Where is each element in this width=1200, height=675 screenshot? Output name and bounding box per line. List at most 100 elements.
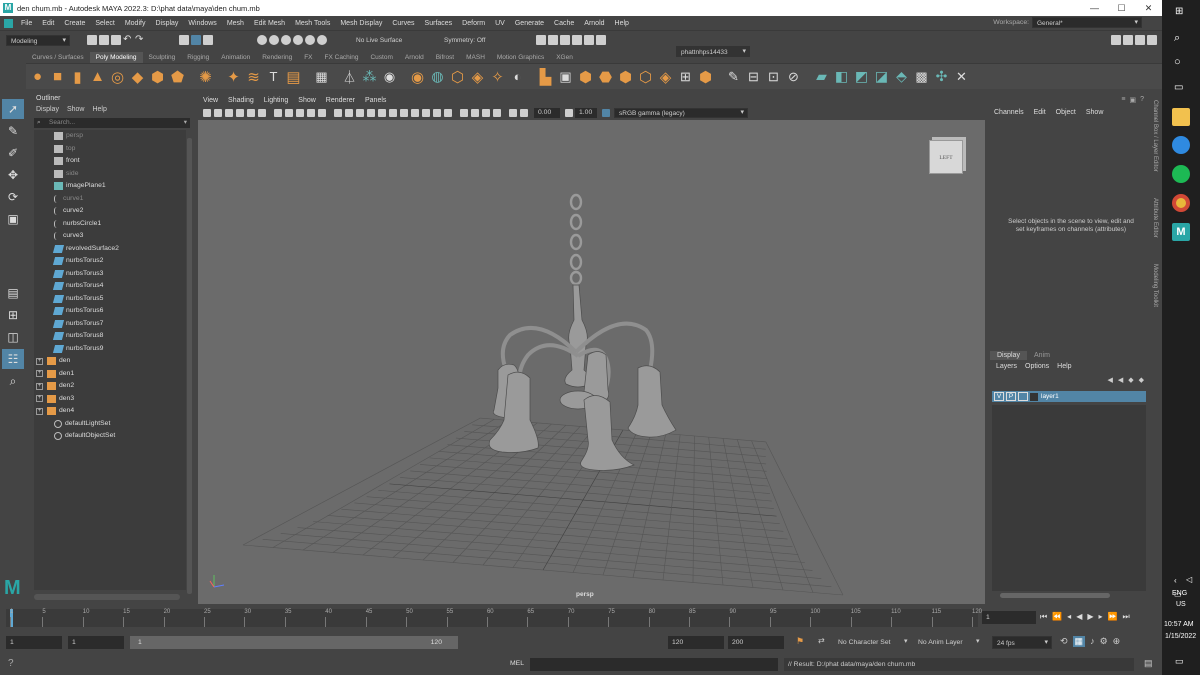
two-pane-layout-icon[interactable]: ◫ (2, 327, 24, 347)
wedge-icon[interactable]: ⊞ (676, 67, 695, 86)
symmetry-label[interactable]: Symmetry: Off (444, 37, 485, 44)
render-frame-icon[interactable] (536, 35, 546, 45)
layer-color-swatch[interactable] (1030, 392, 1038, 401)
outliner-search-input[interactable]: ⌕ Search... ▾ (34, 118, 190, 128)
move-layer-down-icon[interactable]: ◀ (1118, 376, 1123, 384)
side-tab-attribute-editor[interactable]: Attribute Editor (1152, 198, 1158, 238)
outliner-item[interactable]: + den3 (34, 393, 186, 406)
expand-icon[interactable]: + (36, 370, 43, 378)
super-shape-icon[interactable]: ✺ (196, 67, 215, 86)
shelf-tab-bifrost[interactable]: Bifrost (430, 52, 460, 63)
expand-icon[interactable]: + (36, 382, 43, 390)
menu-surfaces[interactable]: Surfaces (420, 20, 458, 27)
extract-icon[interactable]: ◉ (408, 67, 427, 86)
single-perspective-layout-icon[interactable]: ▤ (2, 283, 24, 303)
bevel-icon[interactable]: ▣ (556, 67, 575, 86)
snap-curve-icon[interactable] (269, 35, 279, 45)
menu-help[interactable]: Help (610, 20, 634, 27)
poly-disc-icon[interactable]: ⬢ (148, 67, 167, 86)
bridge-icon[interactable]: ⬢ (576, 67, 595, 86)
notification-icon[interactable]: ▭ (1175, 656, 1184, 667)
settings-gear-icon[interactable]: ⚙ (1100, 636, 1108, 647)
select-object-icon[interactable] (191, 35, 201, 45)
channels-menu-object[interactable]: Object (1056, 109, 1076, 116)
arnold-render-icon[interactable] (596, 35, 606, 45)
layer-visibility-toggle[interactable]: V (994, 392, 1004, 401)
outliner-item[interactable]: curve1 (34, 193, 186, 206)
expand-icon[interactable]: + (36, 357, 43, 365)
camera-select-icon[interactable] (203, 109, 211, 117)
motion-blur-icon[interactable] (422, 109, 430, 117)
outliner-item[interactable]: + den (34, 355, 186, 368)
viewport-menu-renderer[interactable]: Renderer (321, 95, 360, 106)
play-forwards-icon[interactable]: ▶ (1087, 612, 1093, 622)
panel-float-icon[interactable]: ▣ (1129, 96, 1136, 104)
layer-playback-toggle[interactable]: P (1006, 392, 1016, 401)
channels-menu-edit[interactable]: Edit (1034, 109, 1046, 116)
scale-tool-icon[interactable]: ▣ (2, 209, 24, 229)
move-layer-up-icon[interactable]: ◀ (1107, 376, 1112, 384)
menuset-dropdown[interactable]: Modeling (6, 35, 70, 46)
gamma-toggle-icon[interactable] (565, 109, 573, 117)
combine-grid-icon[interactable]: ▦ (312, 67, 331, 86)
shelf-tab-fx[interactable]: FX (298, 52, 318, 63)
gamma-field[interactable]: 1.00 (575, 108, 597, 118)
anim-layer-label[interactable]: No Anim Layer (918, 639, 963, 646)
panel-menu-icon[interactable]: ≡ (1121, 96, 1125, 104)
loop-icon[interactable]: ⟲ (1060, 636, 1068, 647)
panel-help-icon[interactable]: ? (1140, 96, 1144, 104)
save-scene-icon[interactable] (111, 35, 121, 45)
script-editor-icon[interactable]: ▤ (1144, 658, 1153, 669)
use-all-lights-icon[interactable] (389, 109, 397, 117)
select-tool-icon[interactable]: ➚ (2, 99, 24, 119)
sweep-mesh-icon[interactable]: ✦ (224, 67, 243, 86)
sew-icon[interactable]: ✕ (952, 67, 971, 86)
attribute-editor-toggle-icon[interactable] (1123, 35, 1133, 45)
grid-toggle-icon[interactable] (258, 109, 266, 117)
select-component-icon[interactable] (203, 35, 213, 45)
shelf-tab-curves-surfaces[interactable]: Curves / Surfaces (26, 52, 90, 63)
gate-mask-icon[interactable] (296, 109, 304, 117)
menu-uv[interactable]: UV (490, 20, 510, 27)
menu-file[interactable]: File (16, 20, 37, 27)
menu-mesh[interactable]: Mesh (222, 20, 249, 27)
outliner-item[interactable]: side (34, 168, 186, 181)
viewport-menu-shading[interactable]: Shading (223, 95, 259, 106)
poly-cone-icon[interactable]: ▲ (88, 67, 107, 86)
hypershade-icon[interactable] (572, 35, 582, 45)
menu-select[interactable]: Select (90, 20, 119, 27)
menu-create[interactable]: Create (59, 20, 90, 27)
key-ticks-icon[interactable]: ▦ (1072, 636, 1086, 647)
redo-icon[interactable]: ↷ (135, 35, 145, 45)
outliner-item[interactable]: nurbsTorus2 (34, 255, 186, 268)
target-weld-icon[interactable]: ⊘ (784, 67, 803, 86)
outliner-item[interactable]: nurbsTorus6 (34, 305, 186, 318)
outliner-item[interactable]: nurbsTorus4 (34, 280, 186, 293)
menu-edit[interactable]: Edit (37, 20, 59, 27)
menu-mesh-tools[interactable]: Mesh Tools (290, 20, 335, 27)
new-empty-layer-icon[interactable]: ◆ (1128, 376, 1133, 384)
poke-icon[interactable]: ⬢ (696, 67, 715, 86)
chevron-up-icon[interactable]: ‹ (1174, 576, 1177, 585)
outliner-item[interactable]: curve3 (34, 230, 186, 243)
collapse-icon[interactable]: ⬡ (636, 67, 655, 86)
colorspace-dropdown[interactable]: sRGB gamma (legacy) (614, 108, 748, 118)
camera-lock-icon[interactable] (214, 109, 222, 117)
outliner-item[interactable]: nurbsTorus7 (34, 318, 186, 331)
anim-layer-dropdown-icon[interactable]: ▾ (976, 637, 980, 645)
character-set-label[interactable]: No Character Set (838, 639, 891, 646)
gamma-icon[interactable] (520, 109, 528, 117)
step-back-key-icon[interactable]: ⏪ (1052, 612, 1062, 622)
chevron-down-icon[interactable]: ▾ (184, 118, 187, 128)
menu-curves[interactable]: Curves (387, 20, 419, 27)
depth-of-field-icon[interactable] (444, 109, 452, 117)
screen-space-ao-icon[interactable] (411, 109, 419, 117)
search-icon[interactable]: ⌕ (1174, 32, 1180, 45)
shelf-tab-animation[interactable]: Animation (215, 52, 256, 63)
character-set-icon[interactable]: ⇄ (818, 636, 825, 645)
outliner-item[interactable]: revolvedSurface2 (34, 243, 186, 256)
image-plane-icon[interactable] (247, 109, 255, 117)
resolution-gate-icon[interactable] (285, 109, 293, 117)
color-management-icon[interactable] (602, 109, 610, 117)
layer-tab-anim[interactable]: Anim (1027, 351, 1057, 360)
